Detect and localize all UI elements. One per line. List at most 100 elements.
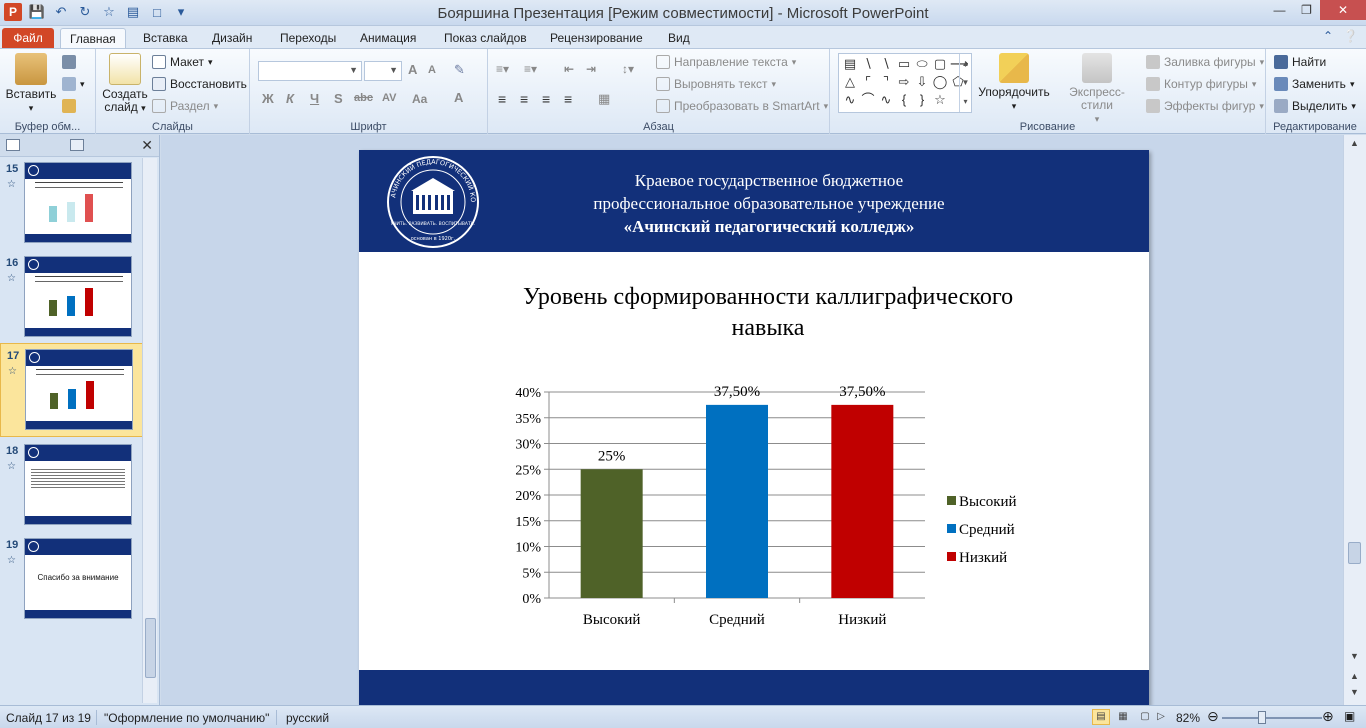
copy-button[interactable]: ▾ — [62, 77, 85, 91]
change-case-button[interactable]: Aa — [412, 92, 427, 106]
chart[interactable]: Уровень сформированности каллиграфическо… — [359, 252, 1149, 670]
layout-button[interactable]: Макет ▾ — [152, 55, 213, 69]
thumbnail-scrollbar[interactable] — [142, 158, 157, 703]
align-text-button[interactable]: Выровнять текст ▾ — [656, 77, 776, 91]
fit-to-window-icon[interactable]: ▣ — [1344, 709, 1355, 723]
slide-thumbnail-16[interactable]: 16 ☆ — [0, 251, 143, 345]
close-button[interactable]: ✕ — [1320, 0, 1366, 20]
italic-button[interactable]: К — [286, 91, 294, 106]
slides-tab-icon[interactable] — [6, 139, 20, 151]
shapes-scroll[interactable]: ▲ ▼ ▾ — [959, 54, 971, 112]
language-indicator[interactable]: русский — [286, 711, 329, 725]
zoom-level[interactable]: 82% — [1176, 711, 1200, 725]
align-left-icon[interactable]: ≡ — [498, 91, 506, 107]
quick-styles-button[interactable]: Экспресс-стили ▾ — [1054, 53, 1140, 126]
reset-button[interactable]: Восстановить — [152, 77, 247, 91]
brace-left-shape-icon[interactable]: { — [896, 92, 912, 108]
rounded-rect-shape-icon[interactable]: ▢ — [932, 56, 948, 72]
increase-indent-icon[interactable]: ⇥ — [586, 62, 596, 76]
freeform-shape-icon[interactable]: ∿ — [878, 92, 894, 108]
ellipse-shape-icon[interactable]: ⬭ — [914, 56, 930, 72]
brace-right-shape-icon[interactable]: } — [914, 92, 930, 108]
text-direction-button[interactable]: Направление текста ▾ — [656, 55, 796, 69]
slide-sorter-icon[interactable]: ▦ — [1114, 709, 1132, 725]
tab-view[interactable]: Вид — [659, 28, 699, 48]
close-panel-icon[interactable]: ✕ — [141, 137, 153, 154]
outline-tab-icon[interactable] — [70, 139, 84, 151]
slide-thumbnail-17[interactable]: 17 ☆ — [0, 343, 143, 437]
shape-outline-button[interactable]: Контур фигуры ▾ — [1146, 77, 1256, 91]
zoom-out-icon[interactable]: ⊖ — [1207, 708, 1219, 725]
theme-name[interactable]: "Оформление по умолчанию" — [104, 711, 269, 725]
numbering-icon[interactable]: ≡▾ — [524, 62, 537, 76]
restore-button[interactable]: ❐ — [1293, 0, 1320, 20]
font-family-select[interactable]: ▼ — [258, 61, 362, 81]
tab-animation[interactable]: Анимация — [351, 28, 425, 48]
slide-thumbnail-19[interactable]: 19 ☆ Спасибо за внимание — [0, 533, 143, 627]
slide[interactable]: АЧИНСКИЙ ПЕДАГОГИЧЕСКИЙ КОЛЛЕДЖ УЧИТЬ. Р… — [359, 150, 1149, 705]
minimize-button[interactable]: — — [1266, 0, 1293, 20]
line-shape-icon[interactable]: ∖ — [860, 56, 876, 72]
clear-format-icon[interactable]: ✎ — [454, 62, 465, 78]
next-slide-icon[interactable]: ▼ — [1347, 687, 1362, 702]
grow-font-button[interactable]: A — [408, 62, 417, 77]
shape-effects-button[interactable]: Эффекты фигур ▾ — [1146, 99, 1264, 113]
align-right-icon[interactable]: ≡ — [542, 91, 550, 107]
smartart-button[interactable]: Преобразовать в SmartArt ▾ — [656, 99, 828, 113]
zoom-slider-knob[interactable] — [1258, 711, 1266, 724]
section-button[interactable]: Раздел ▾ — [152, 99, 218, 113]
prev-slide-icon[interactable]: ▲ — [1347, 671, 1362, 686]
font-color-button[interactable]: A — [454, 90, 463, 105]
rectangle-shape-icon[interactable]: ▭ — [896, 56, 912, 72]
scroll-knob[interactable] — [1348, 542, 1361, 564]
align-center-icon[interactable]: ≡ — [520, 91, 528, 107]
slideshow-view-icon[interactable]: ▷ — [1152, 709, 1170, 725]
columns-icon[interactable]: ▦ — [598, 91, 610, 107]
tab-transitions[interactable]: Переходы — [271, 28, 345, 48]
curve-shape-icon[interactable]: ∿ — [842, 92, 858, 108]
arc-shape-icon[interactable]: ⌒ — [860, 92, 876, 108]
zoom-slider[interactable] — [1222, 717, 1322, 719]
tab-home[interactable]: Главная — [60, 28, 126, 48]
normal-view-icon[interactable]: ▤ — [1092, 709, 1110, 725]
minimize-ribbon-icon[interactable]: ⌃ — [1323, 29, 1333, 43]
select-button[interactable]: Выделить ▾ — [1274, 99, 1356, 113]
find-button[interactable]: Найти — [1274, 55, 1326, 69]
line-spacing-icon[interactable]: ↕▾ — [622, 62, 634, 76]
tab-review[interactable]: Рецензирование — [541, 28, 652, 48]
scroll-down-icon[interactable]: ▼ — [1347, 651, 1362, 666]
textbox-shape-icon[interactable]: ▤ — [842, 56, 858, 72]
slide-thumbnail-18[interactable]: 18 ☆ — [0, 439, 143, 533]
vertical-scrollbar[interactable]: ▲ ▼ ▲ ▼ — [1343, 135, 1366, 705]
replace-button[interactable]: Заменить ▾ — [1274, 77, 1354, 91]
bold-button[interactable]: Ж — [262, 91, 274, 106]
line2-shape-icon[interactable]: ∖ — [878, 56, 894, 72]
connector-shape-icon[interactable]: ⌜ — [860, 74, 876, 90]
rounded-shape-icon[interactable]: ◯ — [932, 74, 948, 90]
triangle-shape-icon[interactable]: △ — [842, 74, 858, 90]
tab-file[interactable]: Файл — [2, 28, 54, 48]
character-spacing-button[interactable]: AV — [382, 92, 396, 104]
tab-insert[interactable]: Вставка — [134, 28, 197, 48]
arrange-button[interactable]: Упорядочить ▾ — [976, 53, 1052, 113]
scroll-up-icon[interactable]: ▲ — [1347, 138, 1362, 153]
star-shape-icon[interactable]: ☆ — [932, 92, 948, 108]
shadow-button[interactable]: S — [334, 91, 343, 106]
decrease-indent-icon[interactable]: ⇤ — [564, 62, 574, 76]
underline-button[interactable]: Ч — [310, 91, 319, 106]
tab-slideshow[interactable]: Показ слайдов — [435, 28, 536, 48]
shrink-font-button[interactable]: A — [428, 64, 436, 76]
paste-button[interactable]: Вставить ▾ — [4, 53, 58, 115]
justify-icon[interactable]: ≡ — [564, 91, 572, 107]
connector2-shape-icon[interactable]: ⌝ — [878, 74, 894, 90]
font-size-select[interactable]: ▼ — [364, 61, 402, 81]
shapes-gallery[interactable]: ▤ ∖ ∖ ▭ ⬭ ▢ ⟶ △ ⌜ ⌝ ⇨ ⇩ ◯ ⬠ ∿ ⌒ ∿{} ☆ ▲ ▼ ▾ — [838, 53, 972, 113]
right-arrow-shape-icon[interactable]: ⇨ — [896, 74, 912, 90]
help-icon[interactable]: ❔ — [1343, 29, 1358, 43]
scroll-thumb[interactable] — [145, 618, 156, 678]
new-slide-button[interactable]: Создать слайд ▾ — [100, 53, 150, 115]
strikethrough-button[interactable]: abc — [354, 92, 373, 104]
slide-thumbnail-15[interactable]: 15 ☆ — [0, 157, 143, 251]
cut-button[interactable] — [62, 55, 76, 69]
bullets-icon[interactable]: ≡▾ — [496, 62, 509, 76]
